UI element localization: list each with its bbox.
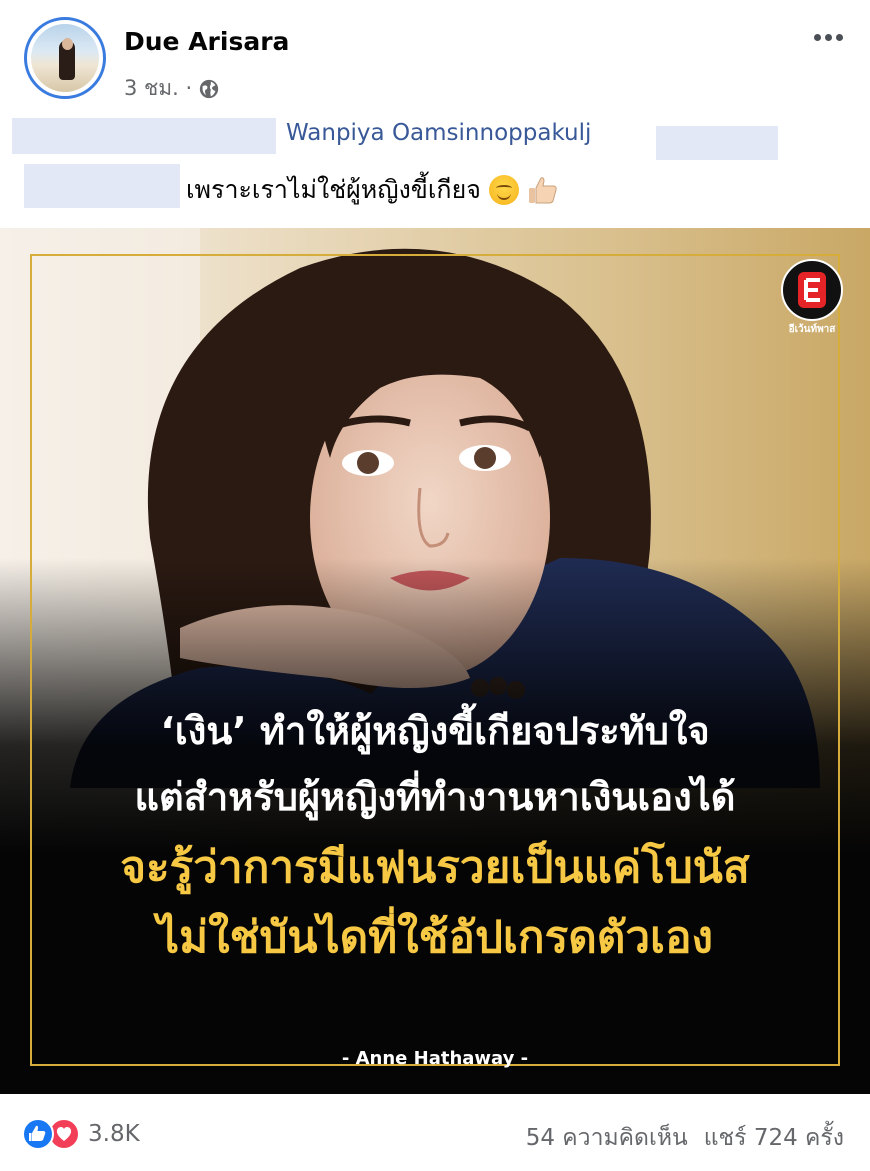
avatar-photo <box>31 24 99 92</box>
post-footer: 3.8K 54 ความคิดเห็น แชร์ 724 ครั้ง <box>0 1094 870 1171</box>
post-time[interactable]: 3 ชม. · <box>124 72 192 105</box>
smiling-emoji-icon <box>488 175 519 205</box>
redacted-block <box>24 164 180 208</box>
quote-line-3: จะรู้ว่าการมีแฟนรวยเป็นแค่โบนัส <box>120 842 750 893</box>
mention-link[interactable]: Wanpiya Oamsinnoppakulj <box>286 120 591 146</box>
post-meta: 3 ชม. · <box>124 72 220 105</box>
more-options-button[interactable] <box>810 22 846 52</box>
shares-count-link[interactable]: แชร์ 724 ครั้ง <box>704 1120 844 1156</box>
comments-count-link[interactable]: 54 ความคิดเห็น <box>526 1120 688 1156</box>
caption-text-row: เพราะเราไม่ใช่ผู้หญิงขี้เกียจ <box>186 170 559 210</box>
post-header: Due Arisara 3 ชม. · <box>0 0 870 110</box>
redacted-block <box>656 126 778 160</box>
avatar-face <box>62 38 73 50</box>
like-reaction-icon <box>22 1118 54 1150</box>
caption-text: เพราะเราไม่ใช่ผู้หญิงขี้เกียจ <box>186 175 481 204</box>
more-dot <box>813 33 821 41</box>
thumbs-up-emoji-icon <box>528 177 557 204</box>
engagement-stats: 54 ความคิดเห็น แชร์ 724 ครั้ง <box>526 1120 844 1156</box>
eventpass-logo: อีเว้นท์พาส <box>780 258 844 335</box>
quote-line-2: แต่สำหรับผู้หญิงที่ทำงานหาเงินเองได้ <box>134 775 736 819</box>
redacted-block <box>12 118 276 154</box>
reaction-summary[interactable]: 3.8K <box>22 1118 140 1150</box>
reaction-count: 3.8K <box>88 1121 140 1147</box>
eventpass-logo-icon <box>781 259 843 321</box>
logo-label: อีเว้นท์พาส <box>788 324 836 335</box>
globe-icon[interactable] <box>198 78 220 100</box>
more-dot <box>835 33 843 41</box>
author-avatar[interactable] <box>24 17 106 99</box>
post-image[interactable]: อีเว้นท์พาส ‘เงิน’ ทำให้ผู้หญิงขี้เกียจป… <box>0 228 870 1094</box>
quote-line-4: ไม่ใช่บันไดที่ใช้อัปเกรดตัวเอง <box>156 912 713 963</box>
quote-attribution: - Anne Hathaway - <box>341 1048 529 1069</box>
quote-line-1: ‘เงิน’ ทำให้ผู้หญิงขี้เกียจประทับใจ <box>160 709 710 753</box>
author-name[interactable]: Due Arisara <box>124 27 289 56</box>
more-dot <box>824 33 832 41</box>
